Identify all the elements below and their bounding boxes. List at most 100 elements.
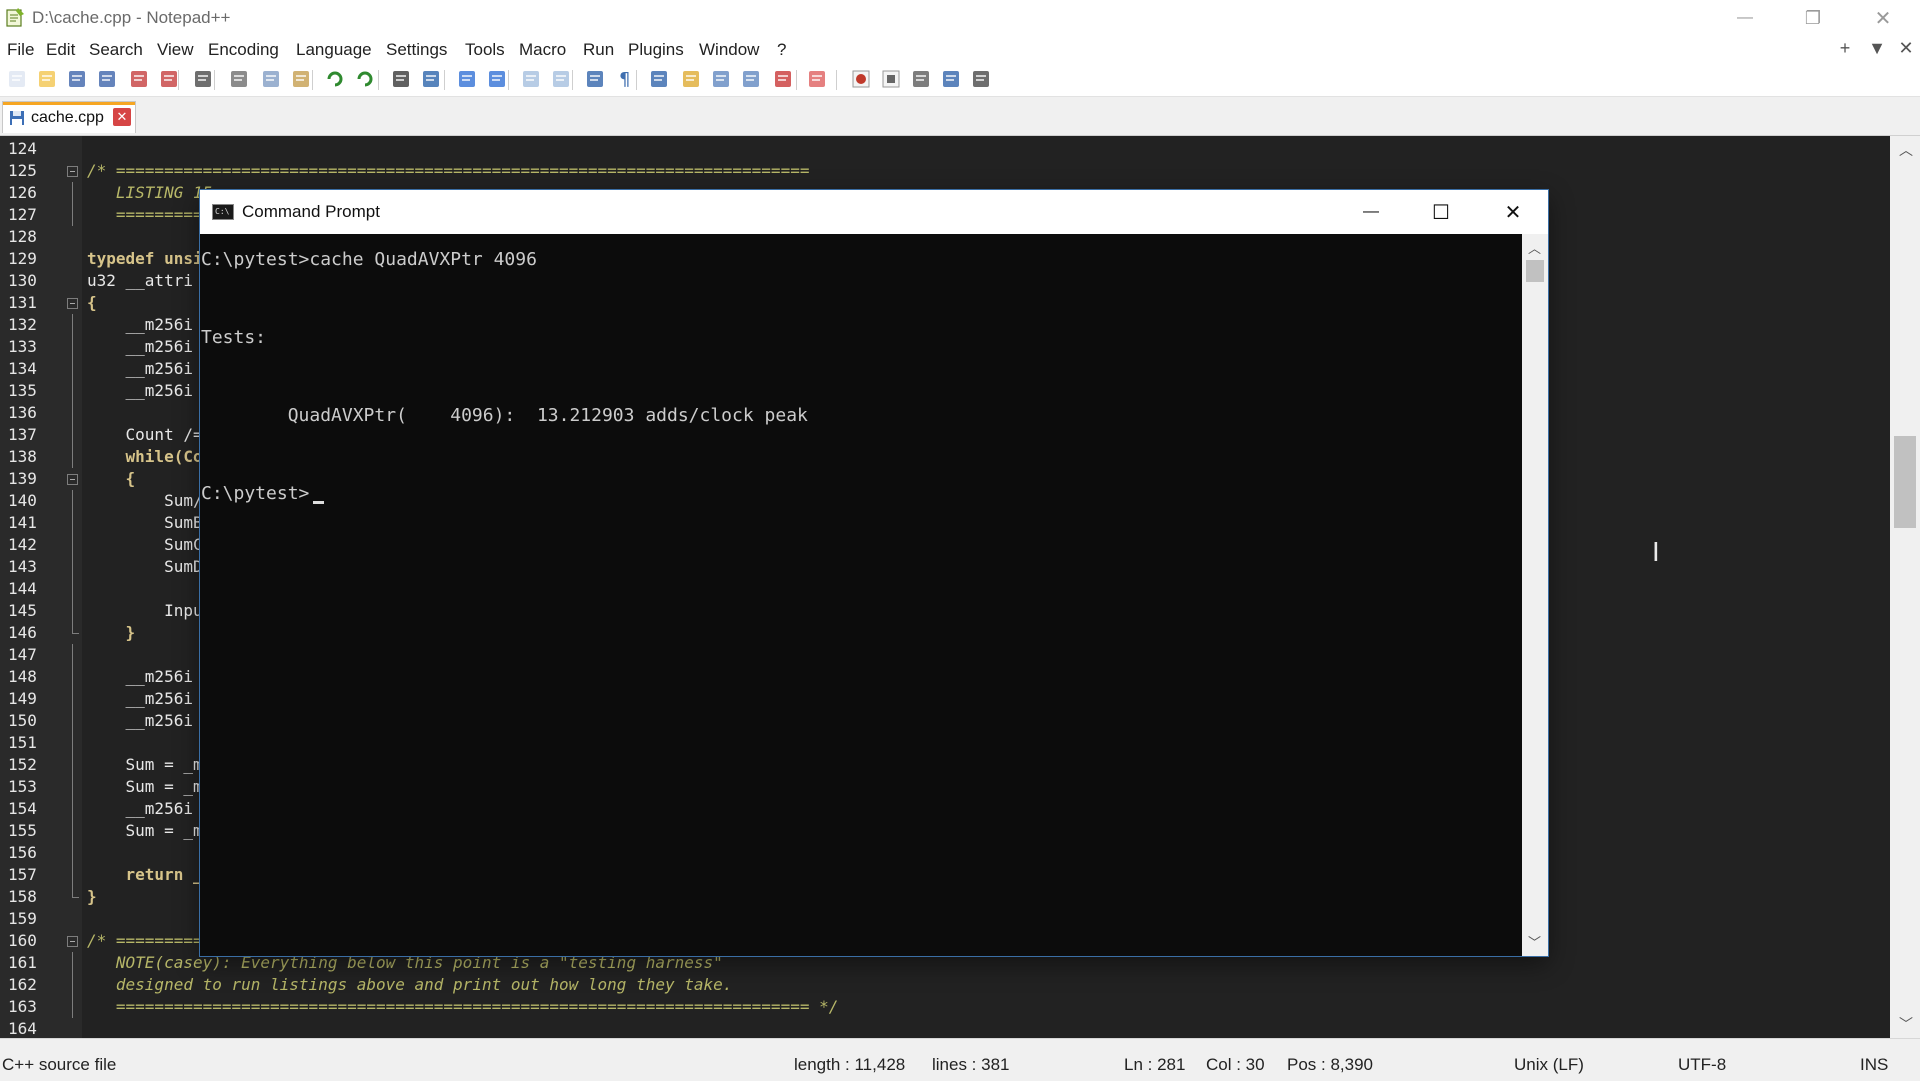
line-number: 136	[8, 403, 37, 422]
cmd-minimize-button[interactable]: —	[1336, 190, 1406, 234]
replace-icon[interactable]	[420, 68, 442, 90]
close-doc-icon[interactable]: ✕	[1895, 38, 1917, 59]
fold-toggle-icon[interactable]	[67, 166, 78, 177]
tab-cache-cpp[interactable]: cache.cpp ✕	[2, 101, 136, 133]
menu-encoding[interactable]: Encoding	[208, 40, 279, 60]
function-list-icon[interactable]	[740, 68, 762, 90]
monitoring-icon[interactable]	[806, 68, 828, 90]
redo-icon[interactable]	[354, 68, 376, 90]
toolbar-separator	[636, 70, 637, 90]
close-icon[interactable]	[128, 68, 150, 90]
show-all-characters-icon[interactable]: ¶	[614, 68, 636, 90]
fold-guide	[72, 578, 73, 600]
sync-vertical-icon[interactable]	[520, 68, 542, 90]
paste-icon[interactable]	[290, 68, 312, 90]
scroll-down-icon[interactable]: ﹀	[1899, 1014, 1913, 1034]
cmd-scrollbar-thumb[interactable]	[1526, 260, 1544, 282]
scroll-up-icon[interactable]: ︿	[1528, 238, 1541, 257]
menu-file[interactable]: File	[7, 40, 34, 60]
fold-toggle-icon[interactable]	[67, 474, 78, 485]
find-icon[interactable]	[390, 68, 412, 90]
undo-icon[interactable]	[324, 68, 346, 90]
close-window-button[interactable]: ✕	[1860, 0, 1906, 36]
word-wrap-icon[interactable]	[584, 68, 606, 90]
scroll-down-icon[interactable]: ﹀	[1528, 932, 1541, 951]
menu-help[interactable]: ?	[777, 40, 786, 60]
menu-plugins[interactable]: Plugins	[628, 40, 684, 60]
fold-guide	[72, 996, 73, 1018]
cmd-maximize-button[interactable]: ☐	[1406, 190, 1476, 234]
code-line: 125 /* ==================================…	[0, 160, 1890, 182]
cmd-scrollbar[interactable]: ︿ ﹀	[1522, 234, 1548, 956]
menu-window[interactable]: Window	[699, 40, 759, 60]
close-icon: ✕	[1874, 7, 1892, 30]
menu-run[interactable]: Run	[583, 40, 614, 60]
line-number: 162	[8, 975, 37, 994]
tab-close-icon[interactable]: ✕	[113, 108, 131, 126]
fold-guide	[72, 358, 73, 380]
save-all-icon[interactable]	[96, 68, 118, 90]
fold-guide	[72, 380, 73, 402]
code-text: Sum = _m	[87, 755, 203, 774]
menu-tools[interactable]: Tools	[465, 40, 505, 60]
toolbar-separator	[508, 70, 509, 90]
cmd-title-bar[interactable]: C:\ Command Prompt — ☐ ✕	[200, 190, 1548, 234]
status-col: Col : 30	[1206, 1055, 1265, 1074]
status-eol[interactable]: Unix (LF)	[1514, 1055, 1584, 1075]
save-icon[interactable]	[66, 68, 88, 90]
playback-icon[interactable]	[910, 68, 932, 90]
minimize-icon: —	[1737, 9, 1753, 26]
zoom-out-icon[interactable]	[486, 68, 508, 90]
indent-guide-icon[interactable]	[648, 68, 670, 90]
document-map-icon[interactable]	[710, 68, 732, 90]
code-text: SumD	[87, 557, 203, 576]
folder-as-workspace-icon[interactable]	[772, 68, 794, 90]
fold-guide	[72, 622, 73, 633]
fold-toggle-icon[interactable]	[67, 298, 78, 309]
menu-language[interactable]: Language	[296, 40, 372, 60]
command-prompt-window[interactable]: C:\ Command Prompt — ☐ ✕ C:\pytest>cache…	[200, 190, 1548, 956]
status-insert-mode[interactable]: INS	[1860, 1055, 1888, 1075]
close-all-icon[interactable]	[158, 68, 180, 90]
stop-recording-icon[interactable]	[880, 68, 902, 90]
user-defined-language-icon[interactable]	[680, 68, 702, 90]
menu-edit[interactable]: Edit	[46, 40, 75, 60]
new-file-icon[interactable]	[6, 68, 28, 90]
fold-guide	[72, 633, 79, 634]
fold-guide	[72, 732, 73, 754]
line-number: 156	[8, 843, 37, 862]
new-tab-icon[interactable]: +	[1834, 38, 1856, 59]
code-text: {	[87, 293, 97, 312]
menu-view[interactable]: View	[157, 40, 194, 60]
tab-list-icon[interactable]: ▼	[1866, 38, 1888, 59]
run-macro-multiple-icon[interactable]	[940, 68, 962, 90]
start-recording-icon[interactable]	[850, 68, 872, 90]
cmd-close-button[interactable]: ✕	[1478, 190, 1548, 234]
fold-guide	[72, 952, 73, 974]
restore-button[interactable]: ❐	[1790, 0, 1836, 36]
print-icon[interactable]	[192, 68, 214, 90]
code-line: 164	[0, 1018, 1890, 1038]
fold-guide	[72, 402, 73, 424]
menu-settings[interactable]: Settings	[386, 40, 447, 60]
open-file-icon[interactable]	[36, 68, 58, 90]
status-bar: C++ source file length : 11,428 lines : …	[0, 1038, 1920, 1081]
code-text: ========================================…	[87, 997, 839, 1016]
copy-icon[interactable]	[260, 68, 282, 90]
cut-icon[interactable]	[228, 68, 250, 90]
line-number: 126	[8, 183, 37, 202]
minimize-button[interactable]: —	[1722, 0, 1768, 36]
menu-macro[interactable]: Macro	[519, 40, 566, 60]
console-output[interactable]: C:\pytest>cache QuadAVXPtr 4096 Tests: Qu…	[200, 234, 1522, 956]
save-macro-icon[interactable]	[970, 68, 992, 90]
editor-scrollbar-thumb[interactable]	[1894, 436, 1916, 528]
fold-toggle-icon[interactable]	[67, 936, 78, 947]
sync-horizontal-icon[interactable]	[550, 68, 572, 90]
menu-bar: File Edit Search View Encoding Language Settin…	[0, 36, 1920, 62]
menu-search[interactable]: Search	[89, 40, 143, 60]
editor-scrollbar[interactable]: ︿ ﹀	[1890, 136, 1920, 1038]
fold-guide	[72, 512, 73, 534]
zoom-in-icon[interactable]	[456, 68, 478, 90]
scroll-up-icon[interactable]: ︿	[1899, 140, 1913, 160]
status-encoding[interactable]: UTF-8	[1678, 1055, 1726, 1075]
